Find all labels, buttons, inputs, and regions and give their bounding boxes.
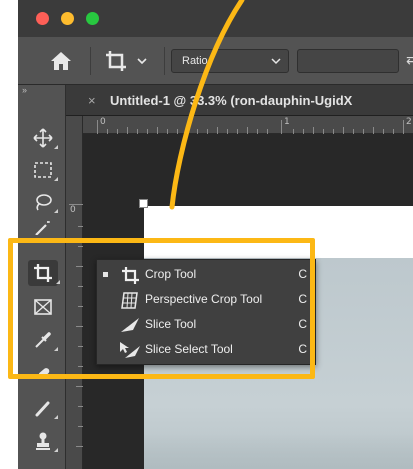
window-title-bar [18,0,413,37]
clone-stamp-icon [36,432,50,450]
tutorial-highlight-box [8,238,315,379]
move-icon [33,128,53,148]
crop-handle[interactable] [139,199,148,208]
window-minimize-button[interactable] [61,12,74,25]
ruler-label: 2 [406,117,412,127]
lasso-tool[interactable] [30,189,58,215]
brush-tool[interactable] [30,395,58,421]
crop-tool-preset-picker[interactable] [104,47,158,75]
chevron-down-icon [137,58,147,65]
options-bar: Ratio ⇄ [18,37,413,85]
crop-width-input[interactable] [297,49,399,73]
crop-icon [106,51,147,71]
document-tab[interactable]: × Untitled-1 @ 33.3% (ron-dauphin-UgidX [66,85,413,116]
options-separator [90,47,91,75]
ruler-label: 0 [70,205,76,215]
ruler-label: 1 [284,117,290,127]
swap-dimensions-icon[interactable]: ⇄ [406,51,413,68]
document-tab-title: Untitled-1 @ 33.3% (ron-dauphin-UgidX [110,93,353,108]
lasso-icon [36,194,52,211]
magic-wand-icon [35,221,50,235]
photo-horizon [144,433,413,469]
crop-ratio-label: Ratio [182,55,208,67]
photoshop-window: Ratio ⇄ ›› × Untitled-1 @ 33.3% (ron-dau… [18,0,413,469]
home-button[interactable] [48,49,74,73]
horizontal-ruler: 0 1 2 [83,116,413,134]
marquee-icon [34,162,52,178]
home-icon [51,52,71,70]
toolbar-collapse-icon[interactable]: ›› [22,85,27,95]
crop-ratio-select[interactable]: Ratio [171,49,289,73]
clone-stamp-tool[interactable] [30,428,58,454]
magic-wand-tool[interactable] [30,221,56,235]
options-separator [164,47,165,75]
window-maximize-button[interactable] [86,12,99,25]
marquee-tool[interactable] [30,157,58,183]
ruler-label: 0 [100,117,106,127]
brush-icon [35,401,50,417]
move-tool[interactable] [30,125,58,151]
chevron-down-icon [271,58,281,65]
close-tab-icon[interactable]: × [88,85,96,115]
window-close-button[interactable] [36,12,49,25]
